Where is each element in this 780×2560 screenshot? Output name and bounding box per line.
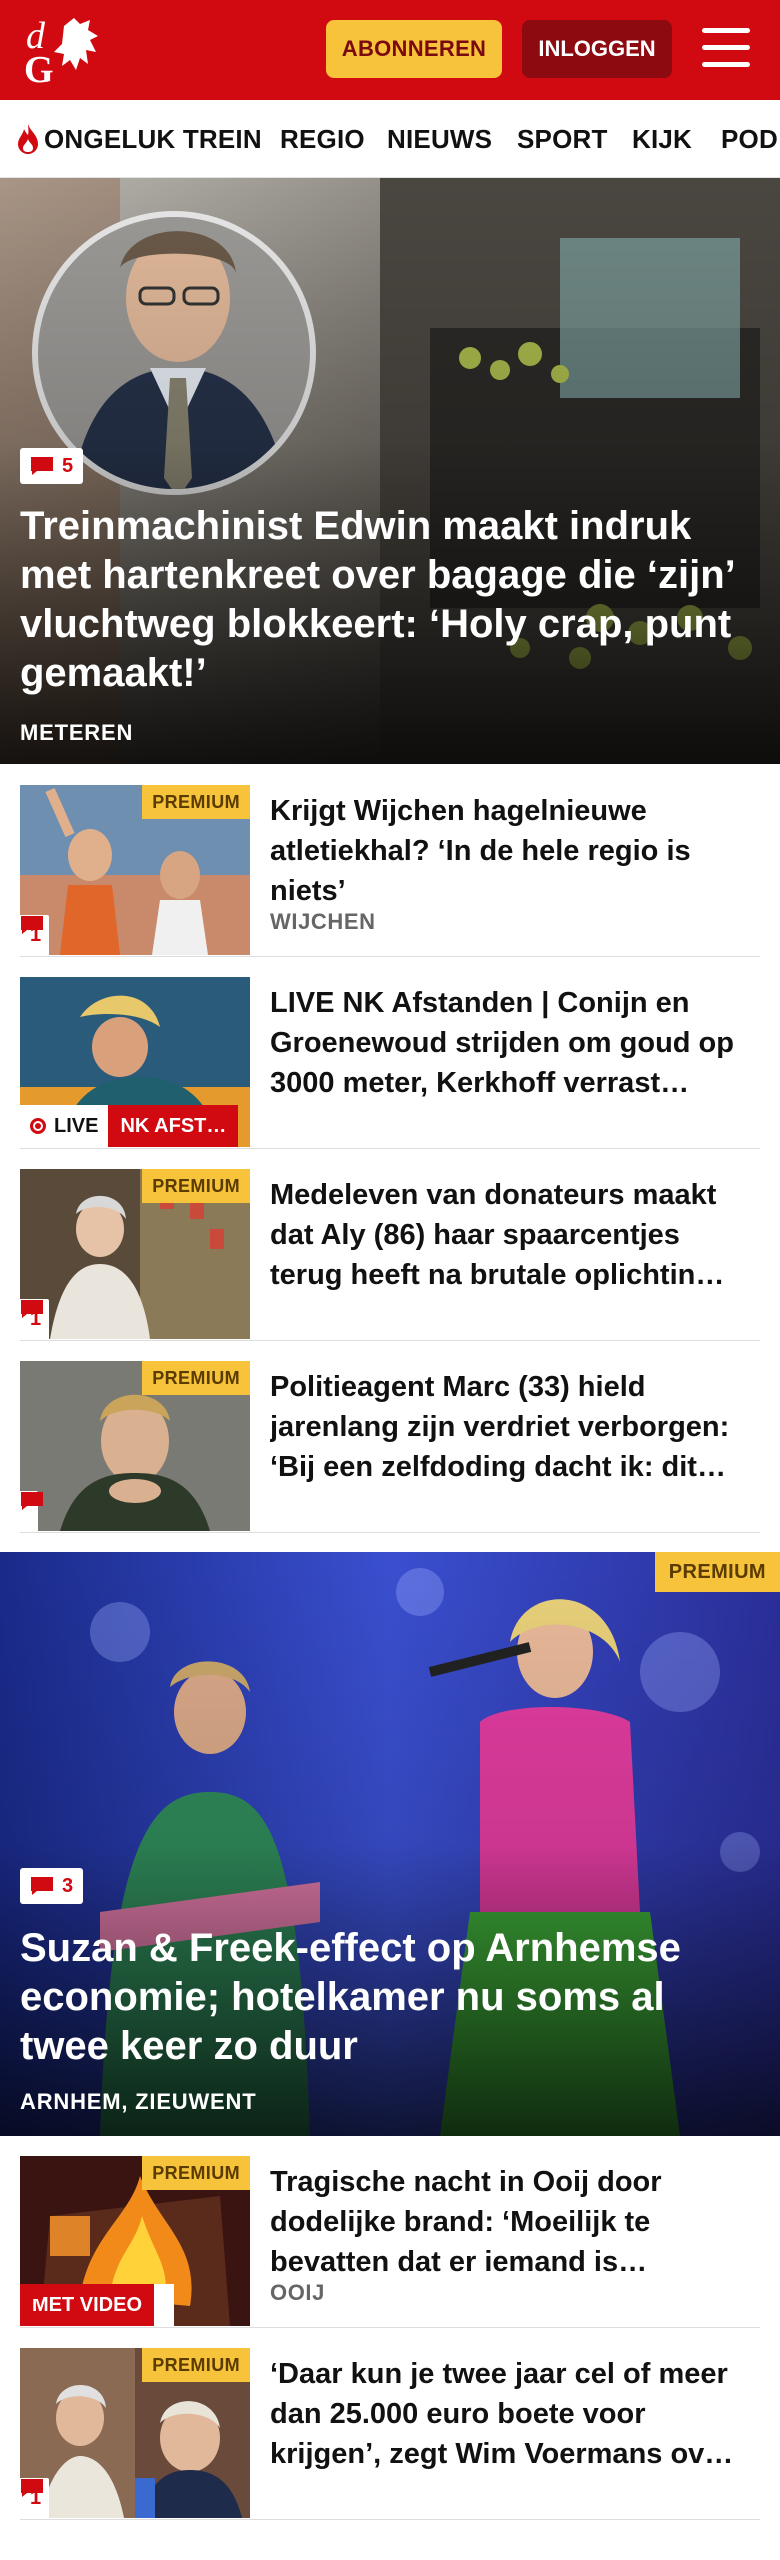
hero-title[interactable]: Treinmachinist Edwin maakt indruk met ha…: [20, 502, 760, 698]
article-title[interactable]: Krijgt Wijchen hagelnieuwe atletiekhal? …: [270, 791, 760, 911]
premium-badge: PREMIUM: [142, 1361, 250, 1395]
nav-label: POD: [721, 123, 778, 154]
article-title[interactable]: LIVE NK Afstanden | Conijn en Groenewoud…: [270, 983, 760, 1103]
comment-count-badge: 1: [20, 915, 50, 955]
nav-label: ONGELUK TREIN: [44, 123, 262, 154]
nav-item-nieuws[interactable]: NIEUWS: [387, 100, 493, 177]
hero-location: ARNHEM, ZIEUWENT: [20, 2089, 257, 2114]
article-title[interactable]: Medeleven van donateurs maakt dat Aly (8…: [270, 1175, 760, 1295]
svg-text:G: G: [24, 49, 54, 88]
list-item[interactable]: PREMIUM 1 Medeleven van donateurs maakt …: [20, 1169, 760, 1341]
nav-item-pod[interactable]: POD: [721, 100, 778, 177]
subscribe-button[interactable]: ABONNEREN: [326, 20, 502, 78]
article-thumbnail: PREMIUM 1: [20, 2348, 250, 2518]
section-nav: ONGELUK TREIN REGIO NIEUWS SPORT KIJK PO…: [0, 100, 780, 178]
nav-label: NIEUWS: [387, 123, 493, 154]
article-thumbnail: PREMIUM 1: [20, 1169, 250, 1339]
comment-count-badge: 3: [20, 1868, 84, 1904]
hero-article[interactable]: 5 Treinmachinist Edwin maakt indruk met …: [0, 178, 780, 764]
article-thumbnail: LIVE NK AFST…: [20, 977, 250, 1147]
premium-badge: PREMIUM: [142, 785, 250, 819]
list-item[interactable]: PREMIUM MET VIDEO Tragische nacht in Ooi…: [20, 2156, 760, 2328]
premium-badge: PREMIUM: [142, 2156, 250, 2190]
hero-article[interactable]: PREMIUM 3 Suzan & Freek-effect op Arnhem…: [0, 1552, 780, 2136]
list-item[interactable]: PREMIUM Politieagent Marc (33) hield jar…: [20, 1361, 760, 1533]
comment-icon: [21, 916, 43, 934]
list-item[interactable]: PREMIUM 1 ‘Daar kun je twee jaar cel of …: [20, 2348, 760, 2520]
live-dot-icon: [30, 1118, 46, 1134]
premium-badge: PREMIUM: [654, 1552, 780, 1592]
hero-title[interactable]: Suzan & Freek-effect op Arnhemse economi…: [20, 1924, 760, 2071]
live-badge: LIVE: [20, 1105, 109, 1147]
nav-label: REGIO: [280, 123, 365, 154]
premium-badge: PREMIUM: [142, 2348, 250, 2382]
live-label: LIVE: [54, 1114, 99, 1137]
nav-item-regio[interactable]: REGIO: [280, 100, 365, 177]
article-title[interactable]: ‘Daar kun je twee jaar cel of meer dan 2…: [270, 2354, 760, 2474]
flame-icon: [18, 124, 38, 154]
comment-count-badge: 1: [20, 2478, 50, 2518]
nav-item-kijk[interactable]: KIJK: [632, 100, 693, 177]
comment-icon: [31, 457, 53, 475]
article-thumbnail: PREMIUM 1: [20, 785, 250, 955]
comment-count-badge: [21, 2284, 175, 2326]
comment-icon: [21, 2285, 43, 2303]
login-button[interactable]: INLOGGEN: [522, 20, 672, 78]
article-title[interactable]: Politieagent Marc (33) hield jarenlang z…: [270, 1367, 760, 1487]
list-item[interactable]: LIVE NK AFST… LIVE NK Afstanden | Conijn…: [20, 977, 760, 1149]
video-indicator: MET VIDEO: [20, 2284, 175, 2326]
article-location: OOIJ: [270, 2280, 325, 2305]
comment-count-badge: 5: [20, 448, 84, 484]
comment-count: 5: [62, 454, 74, 477]
comment-icon: [21, 2479, 43, 2497]
nav-item-sport[interactable]: SPORT: [517, 100, 608, 177]
top-bar: d G ABONNEREN INLOGGEN: [0, 0, 780, 100]
article-thumbnail: PREMIUM: [20, 1361, 250, 1531]
live-indicator: LIVE NK AFST…: [20, 1105, 239, 1147]
premium-badge: PREMIUM: [142, 1169, 250, 1203]
hamburger-menu-icon[interactable]: [698, 24, 754, 72]
list-item[interactable]: PREMIUM 1 Krijgt Wijchen hagelnieuwe atl…: [20, 785, 760, 957]
comment-count-badge: 1: [20, 1299, 50, 1339]
comment-icon: [31, 1877, 53, 1895]
nav-item-ongeluk-trein[interactable]: ONGELUK TREIN: [16, 100, 262, 177]
comment-icon: [21, 1300, 43, 1318]
live-topic-tag: NK AFST…: [108, 1105, 239, 1147]
article-location: WIJCHEN: [270, 909, 376, 934]
comment-count: 3: [62, 1874, 74, 1897]
dg-logo[interactable]: d G: [24, 14, 120, 88]
nav-label: SPORT: [517, 123, 608, 154]
comment-count-badge: [20, 1491, 43, 1531]
hero-location: METEREN: [20, 720, 134, 745]
article-thumbnail: PREMIUM MET VIDEO: [20, 2156, 250, 2326]
article-title[interactable]: Tragische nacht in Ooij door dodelijke b…: [270, 2162, 760, 2282]
nav-label: KIJK: [632, 123, 693, 154]
comment-icon: [21, 1492, 43, 1510]
